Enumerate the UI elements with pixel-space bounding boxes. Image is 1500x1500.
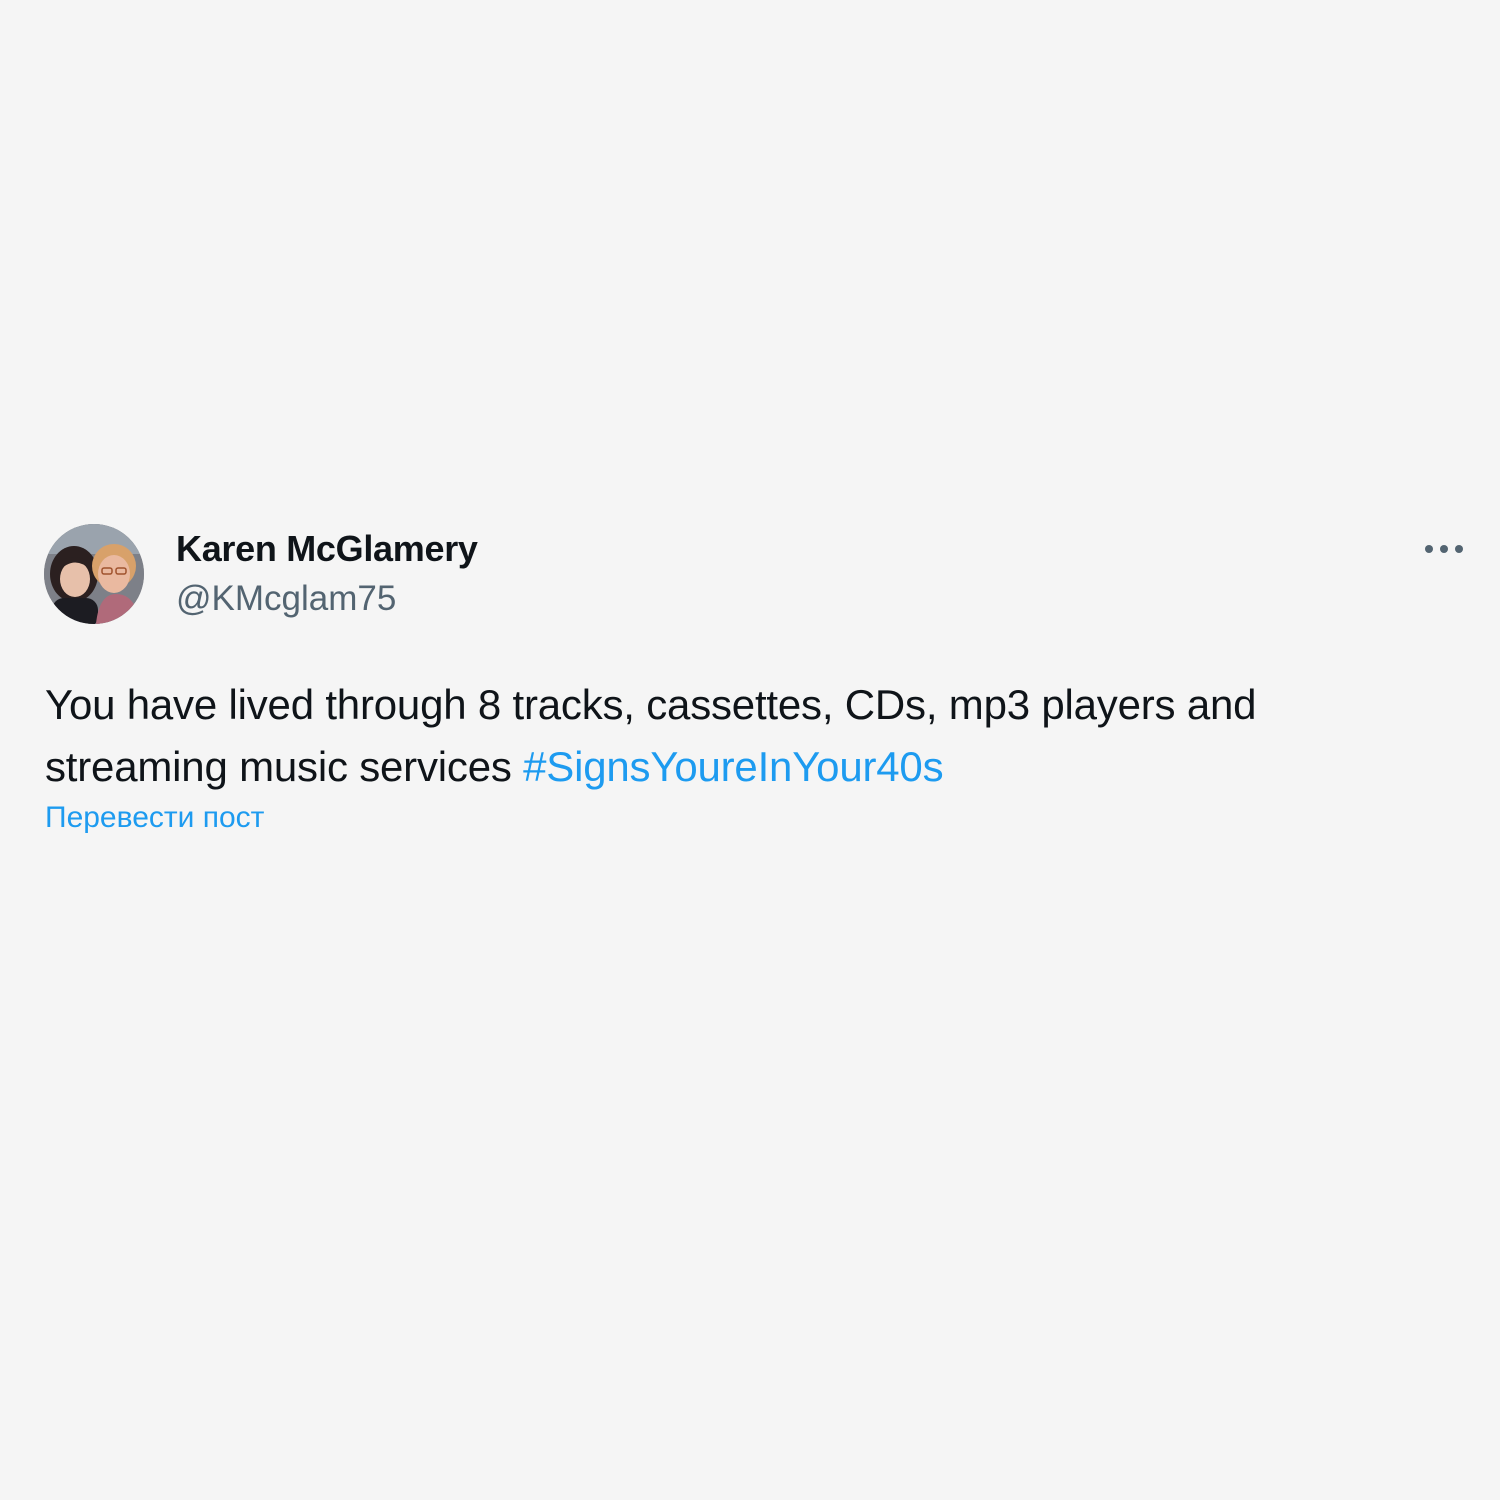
user-handle[interactable]: @KMcglam75: [176, 579, 396, 619]
profile-photo-icon: [44, 524, 144, 624]
tweet-text: You have lived through 8 tracks, cassett…: [45, 674, 1445, 798]
tweet: Karen McGlamery @KMcglam75 You have live…: [0, 0, 1500, 1500]
hashtag-link[interactable]: #SignsYoureInYour40s: [523, 743, 943, 790]
translate-post-link[interactable]: Перевести пост: [45, 801, 264, 835]
more-horizontal-icon: [1425, 545, 1463, 553]
display-name[interactable]: Karen McGlamery: [176, 528, 478, 570]
avatar[interactable]: [44, 524, 144, 624]
more-options-button[interactable]: [1418, 532, 1470, 566]
